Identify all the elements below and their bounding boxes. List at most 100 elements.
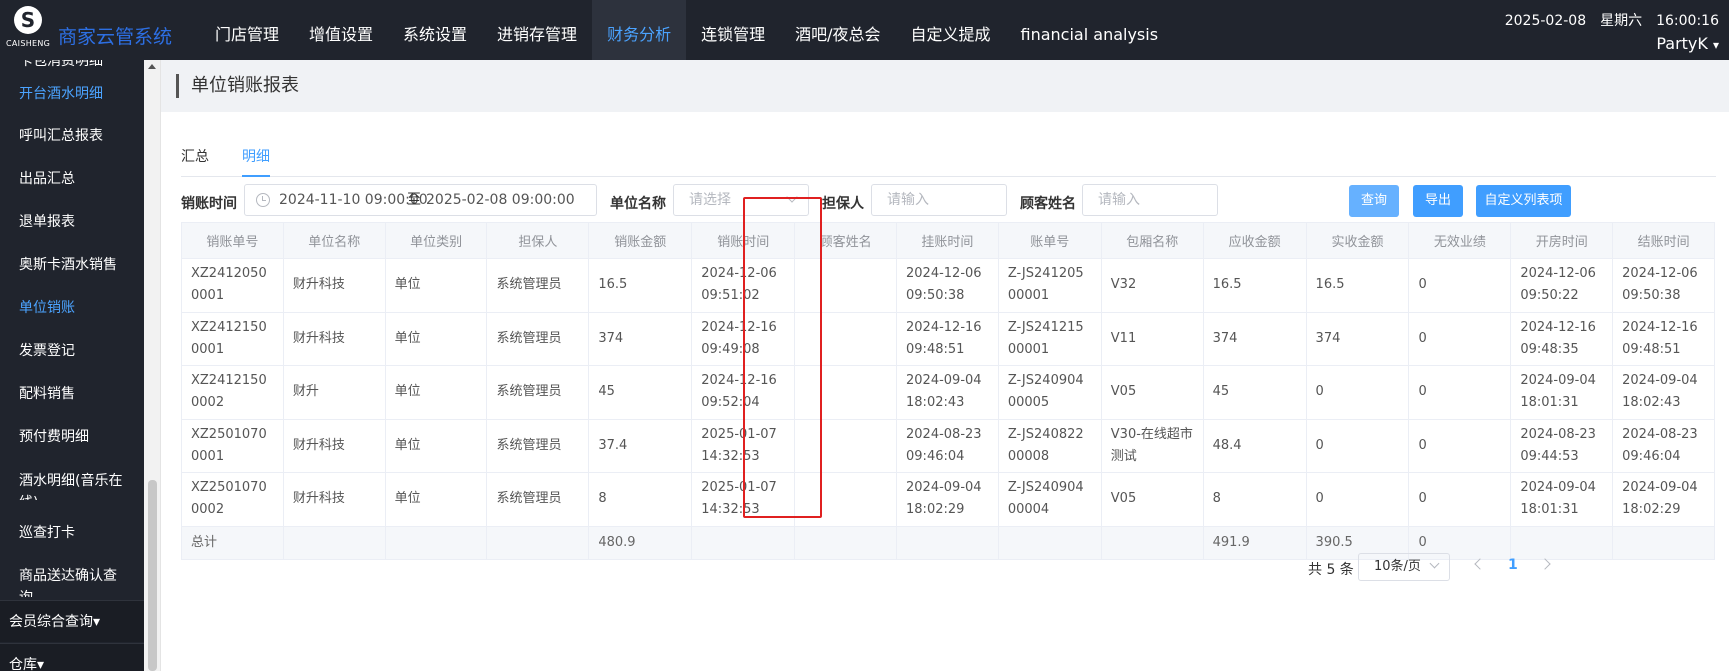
- table-cell: 45: [588, 365, 693, 420]
- table-cell: 0: [1408, 472, 1512, 527]
- table-cell: 2024-12-06 09:50:22: [1510, 258, 1614, 313]
- table-cell: 财升: [282, 365, 386, 420]
- custom-columns-button[interactable]: 自定义列表项: [1476, 185, 1571, 217]
- end-date[interactable]: 2025-02-08 09:00:00: [426, 185, 575, 215]
- sidebar-item[interactable]: 预付费明细: [19, 428, 129, 446]
- nav-item[interactable]: 酒吧/夜总会: [780, 0, 895, 60]
- table-cell: 财升科技: [282, 258, 386, 313]
- next-page-icon[interactable]: [1539, 558, 1551, 570]
- logo-text: CAISHENG: [6, 39, 51, 48]
- sidebar-item[interactable]: 酒水明细(音乐在线): [19, 470, 129, 500]
- table-row[interactable]: XZ24120500001 财升科技 单位 系统管理员 16.5 2024-12-06 0…: [181, 258, 1715, 313]
- scroll-thumb[interactable]: [148, 480, 157, 671]
- sidebar-item[interactable]: 巡查打卡: [19, 524, 129, 542]
- table-cell: 2024-08-23 09:44:53: [1510, 418, 1614, 473]
- page-size-select[interactable]: 10条/页: [1358, 553, 1450, 581]
- time-label: 销账时间: [181, 196, 237, 212]
- table-cell: 2024-12-16 09:52:04: [691, 365, 796, 420]
- sidebar-item[interactable]: 配料销售: [19, 385, 129, 403]
- table-cell: 2024-09-04 18:01:31: [1510, 472, 1614, 527]
- table-cell: [794, 311, 898, 366]
- guarantor-placeholder: 请输入: [887, 192, 929, 208]
- page-number[interactable]: 1: [1508, 557, 1518, 573]
- nav-item[interactable]: 系统设置: [388, 0, 482, 60]
- table-cell: 系统管理员: [486, 472, 590, 527]
- table-row[interactable]: XZ24121500001 财升科技 单位 系统管理员 374 2024-12-16 09…: [181, 311, 1715, 366]
- table-cell: 16.5: [1305, 258, 1410, 313]
- nav-item[interactable]: financial analysis: [1006, 0, 1174, 60]
- table-cell: 0: [1305, 418, 1410, 473]
- table-cell: 2024-12-06 09:51:02: [691, 258, 796, 313]
- sidebar-item[interactable]: 商品送达确认查询: [19, 565, 129, 597]
- column-header: 账单号: [997, 222, 1102, 259]
- clock-icon: [256, 193, 270, 207]
- sidebar-scrollbar[interactable]: [144, 60, 161, 671]
- table-cell: 8: [588, 472, 693, 527]
- sidebar-item[interactable]: 奥斯卡酒水销售: [19, 256, 129, 274]
- table-cell: Z-JS24120500001: [997, 258, 1102, 313]
- sidebar-group-warehouse[interactable]: 仓库▾: [0, 643, 144, 671]
- sidebar-item[interactable]: 卡包消费明细: [19, 60, 129, 70]
- column-header: 开房时间: [1510, 222, 1614, 259]
- table-cell: [794, 365, 898, 420]
- logo[interactable]: S CAISHENG: [6, 6, 52, 52]
- table-cell: 财升科技: [282, 472, 386, 527]
- prev-page-icon[interactable]: [1474, 558, 1486, 570]
- table-row[interactable]: XZ25010700001 财升科技 单位 系统管理员 37.4 2025-01-07 1…: [181, 418, 1715, 473]
- summary-cell: 480.9: [588, 525, 693, 560]
- tab-detail[interactable]: 明细: [242, 146, 270, 166]
- table-cell: 0: [1408, 311, 1512, 366]
- user-name: PartyK: [1656, 34, 1708, 53]
- system-name: 商家云管系统: [58, 26, 173, 48]
- sidebar-item[interactable]: 出品汇总: [19, 170, 129, 188]
- table-cell: V05: [1100, 472, 1204, 527]
- date-range-picker[interactable]: 2024-11-10 09:00:00 至 2025-02-08 09:00:0…: [244, 184, 597, 216]
- sidebar-item-selected[interactable]: 单位销账: [19, 299, 129, 317]
- table-cell: 374: [1305, 311, 1410, 366]
- table-row[interactable]: XZ25010700002 财升科技 单位 系统管理员 8 2025-01-07 14:3…: [181, 472, 1715, 527]
- column-header: 无效业绩: [1408, 222, 1512, 259]
- table-cell: 2024-08-23 09:46:04: [896, 418, 999, 473]
- filter-bar: 销账时间 2024-11-10 09:00:00 至 2025-02-08 09…: [181, 178, 1721, 223]
- table-cell: 2024-08-23 09:46:04: [1612, 418, 1715, 473]
- unit-select[interactable]: 请选择: [673, 184, 809, 216]
- table-cell: 单位: [384, 365, 488, 420]
- range-separator: 至: [407, 192, 421, 208]
- summary-cell: [896, 525, 999, 560]
- table-cell: V32: [1100, 258, 1204, 313]
- sidebar-item[interactable]: 退单报表: [19, 213, 129, 231]
- summary-cell: [1100, 525, 1204, 560]
- chevron-down-icon: [1429, 558, 1440, 569]
- sidebar-item[interactable]: 开台酒水明细: [19, 85, 129, 103]
- datetime: 2025-02-08 星期六 16:00:16: [1505, 10, 1719, 30]
- sidebar-group-member[interactable]: 会员综合查询▾: [0, 600, 144, 642]
- table-cell: 2024-09-04 18:02:29: [896, 472, 999, 527]
- export-button[interactable]: 导出: [1413, 185, 1463, 217]
- customer-input[interactable]: 请输入: [1082, 184, 1218, 216]
- column-header: 顾客姓名: [794, 222, 898, 259]
- scroll-up-icon[interactable]: [148, 64, 156, 69]
- start-date[interactable]: 2024-11-10 09:00:00: [279, 192, 428, 208]
- nav-item-active[interactable]: 财务分析: [592, 0, 687, 60]
- table-cell: 财升科技: [282, 311, 386, 366]
- nav-item[interactable]: 自定义提成: [896, 0, 1006, 60]
- nav-item[interactable]: 增值设置: [294, 0, 388, 60]
- nav-item[interactable]: 门店管理: [200, 0, 294, 60]
- nav-item[interactable]: 进销存管理: [482, 0, 592, 60]
- query-button[interactable]: 查询: [1349, 185, 1399, 217]
- summary-cell: [1510, 525, 1614, 560]
- date: 2025-02-08: [1504, 13, 1587, 29]
- column-header: 结账时间: [1612, 222, 1715, 259]
- sidebar-item[interactable]: 呼叫汇总报表: [19, 127, 129, 145]
- user-menu[interactable]: PartyK ▾: [1656, 34, 1719, 53]
- guarantor-input[interactable]: 请输入: [871, 184, 1007, 216]
- table-row[interactable]: XZ24121500002 财升 单位 系统管理员 45 2024-12-16 09:52…: [181, 365, 1715, 420]
- table-cell: Z-JS24082200008: [997, 418, 1102, 473]
- nav-item[interactable]: 连锁管理: [686, 0, 780, 60]
- sidebar-item[interactable]: 发票登记: [19, 342, 129, 360]
- main-nav: 门店管理 增值设置 系统设置 进销存管理 财务分析 连锁管理 酒吧/夜总会 自定…: [200, 0, 1173, 60]
- tab-active-indicator: [242, 175, 270, 177]
- page-title: 单位销账报表: [176, 74, 299, 98]
- tab-summary[interactable]: 汇总: [181, 146, 209, 166]
- table-cell: 2024-09-04 18:02:29: [1612, 472, 1715, 527]
